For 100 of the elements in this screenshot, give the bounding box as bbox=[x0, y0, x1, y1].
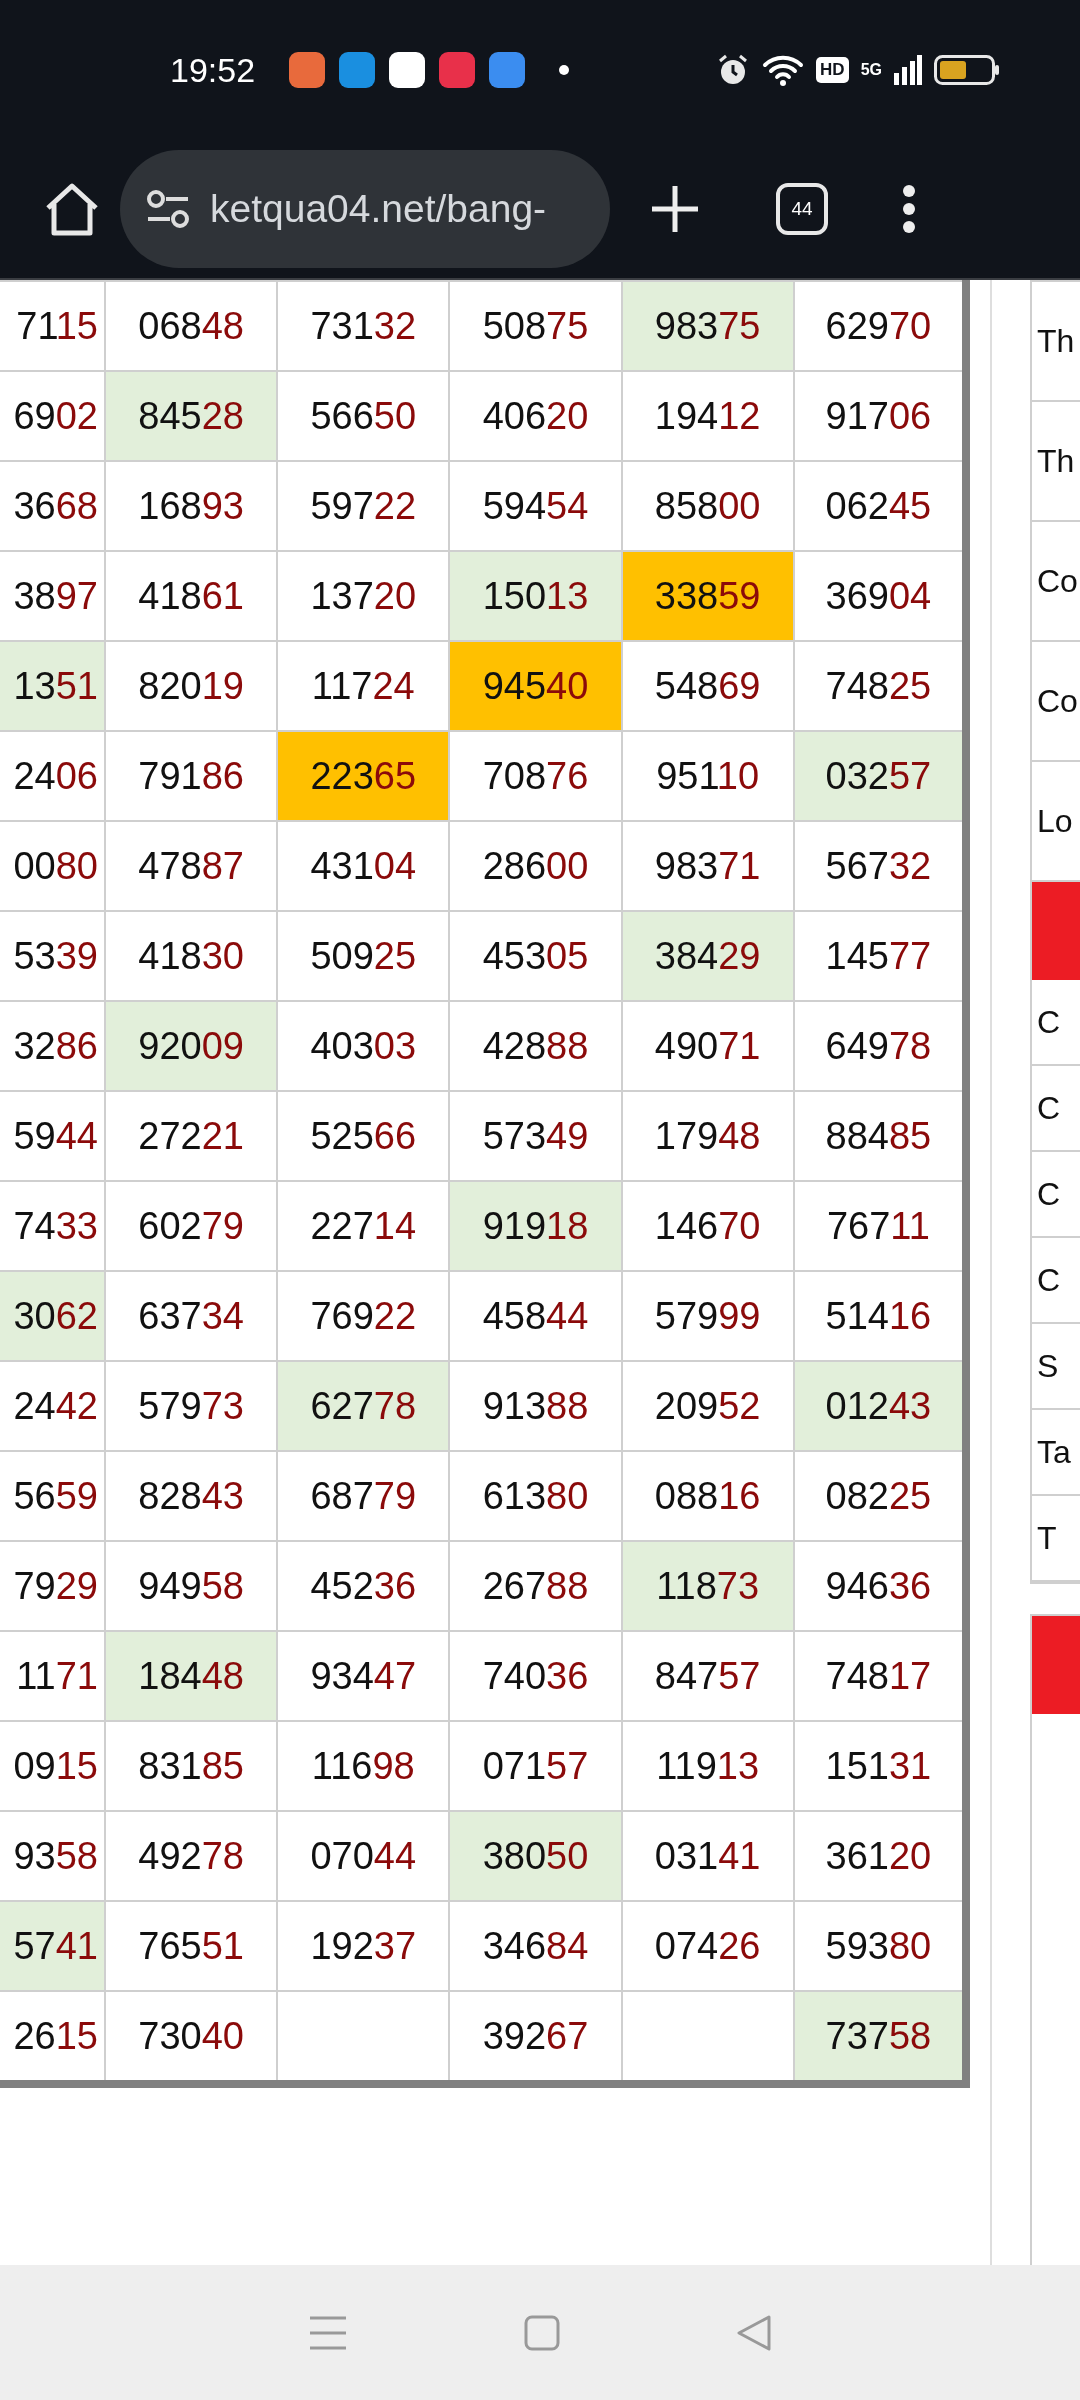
number-cell: 14670 bbox=[621, 1181, 794, 1271]
number-cell: 45305 bbox=[449, 911, 622, 1001]
number-cell: 62778 bbox=[277, 1361, 450, 1451]
number-cell: 50875 bbox=[449, 281, 622, 371]
number-cell: 40303 bbox=[277, 1001, 450, 1091]
number-cell: 3897 bbox=[0, 551, 105, 641]
sidebar-link[interactable]: S bbox=[1032, 1324, 1080, 1410]
menu-icon[interactable] bbox=[902, 184, 916, 234]
number-cell: 5741 bbox=[0, 1901, 105, 1991]
number-cell: 68779 bbox=[277, 1451, 450, 1541]
more-notifications-icon bbox=[559, 65, 570, 75]
number-cell: 70876 bbox=[449, 731, 622, 821]
number-cell: 50925 bbox=[277, 911, 450, 1001]
number-cell: 13720 bbox=[277, 551, 450, 641]
new-tab-icon[interactable] bbox=[650, 184, 700, 234]
number-cell: 52566 bbox=[277, 1091, 450, 1181]
number-cell: 74036 bbox=[449, 1631, 622, 1721]
number-cell: 06848 bbox=[105, 281, 278, 371]
number-cell: 47887 bbox=[105, 821, 278, 911]
number-cell: 59722 bbox=[277, 461, 450, 551]
hd-badge: HD bbox=[816, 57, 849, 83]
home-icon[interactable] bbox=[44, 182, 100, 236]
battery-icon bbox=[934, 55, 1000, 85]
sidebar-link[interactable]: Co bbox=[1032, 522, 1080, 642]
number-cell: 73132 bbox=[277, 281, 450, 371]
sidebar-link[interactable]: C bbox=[1032, 1152, 1080, 1238]
number-cell: 16893 bbox=[105, 461, 278, 551]
network-type: 5G bbox=[860, 61, 882, 79]
number-cell: 0915 bbox=[0, 1721, 105, 1811]
number-cell: 07426 bbox=[621, 1901, 794, 1991]
number-cell: 82843 bbox=[105, 1451, 278, 1541]
number-cell: 94540 bbox=[449, 641, 622, 731]
number-cell: 76551 bbox=[105, 1901, 278, 1991]
number-cell: 28600 bbox=[449, 821, 622, 911]
number-cell: 11724 bbox=[277, 641, 450, 731]
app-notification-icon bbox=[489, 52, 526, 88]
number-cell: 26788 bbox=[449, 1541, 622, 1631]
number-cell: 43104 bbox=[277, 821, 450, 911]
number-cell: 5944 bbox=[0, 1091, 105, 1181]
number-cell: 2406 bbox=[0, 731, 105, 821]
number-cell: 17948 bbox=[621, 1091, 794, 1181]
app-notification-icon bbox=[339, 52, 376, 88]
sidebar-link[interactable]: C bbox=[1032, 1238, 1080, 1324]
number-cell: 79186 bbox=[105, 731, 278, 821]
number-cell: 11913 bbox=[621, 1721, 794, 1811]
wifi-icon bbox=[762, 53, 805, 87]
sidebar-link[interactable]: Ta bbox=[1032, 1410, 1080, 1496]
number-cell: 83185 bbox=[105, 1721, 278, 1811]
number-cell: 91388 bbox=[449, 1361, 622, 1451]
number-cell: 7929 bbox=[0, 1541, 105, 1631]
number-cell: 40620 bbox=[449, 371, 622, 461]
sidebar-link[interactable]: Co bbox=[1032, 642, 1080, 762]
site-settings-icon[interactable] bbox=[146, 189, 190, 229]
number-cell: 57973 bbox=[105, 1361, 278, 1451]
sidebar-link[interactable]: Th bbox=[1032, 282, 1080, 402]
number-cell: 33859 bbox=[621, 551, 794, 641]
number-cell: 3668 bbox=[0, 461, 105, 551]
number-cell: 85800 bbox=[621, 461, 794, 551]
sidebar-link[interactable]: C bbox=[1032, 1066, 1080, 1152]
number-cell: 22365 bbox=[277, 731, 450, 821]
sidebar-link[interactable]: Th bbox=[1032, 402, 1080, 522]
number-cell: 61380 bbox=[449, 1451, 622, 1541]
status-time: 19:52 bbox=[170, 50, 256, 90]
address-bar[interactable]: ketqua04.net/bang- bbox=[120, 150, 610, 268]
number-cell: 1171 bbox=[0, 1631, 105, 1721]
sidebar-link[interactable]: T bbox=[1032, 1496, 1080, 1582]
app-notification-icon bbox=[439, 52, 476, 88]
number-cell: 82019 bbox=[105, 641, 278, 731]
number-cell: 45236 bbox=[277, 1541, 450, 1631]
number-cell: 34684 bbox=[449, 1901, 622, 1991]
number-cell: 93447 bbox=[277, 1631, 450, 1721]
number-cell: 45844 bbox=[449, 1271, 622, 1361]
number-cell: 19237 bbox=[277, 1901, 450, 1991]
number-cell: 38429 bbox=[621, 911, 794, 1001]
number-cell: 0080 bbox=[0, 821, 105, 911]
number-cell: 84528 bbox=[105, 371, 278, 461]
number-cell: 91918 bbox=[449, 1181, 622, 1271]
number-cell: 03141 bbox=[621, 1811, 794, 1901]
number-cell: 07157 bbox=[449, 1721, 622, 1811]
number-cell: 3062 bbox=[0, 1271, 105, 1361]
number-cell: 98375 bbox=[621, 281, 794, 371]
number-cell: 49278 bbox=[105, 1811, 278, 1901]
number-cell: 3286 bbox=[0, 1001, 105, 1091]
number-cell: 49071 bbox=[621, 1001, 794, 1091]
app-notification-icon bbox=[389, 52, 426, 88]
number-cell: 19412 bbox=[621, 371, 794, 461]
number-cell: 18448 bbox=[105, 1631, 278, 1721]
number-cell: 7433 bbox=[0, 1181, 105, 1271]
number-cell: 15013 bbox=[449, 551, 622, 641]
app-notification-icon bbox=[289, 52, 326, 88]
number-cell: 84757 bbox=[621, 1631, 794, 1721]
number-cell: 59454 bbox=[449, 461, 622, 551]
number-cell: 22714 bbox=[277, 1181, 450, 1271]
number-cell: 5659 bbox=[0, 1451, 105, 1541]
number-cell: 20952 bbox=[621, 1361, 794, 1451]
sidebar-link[interactable]: C bbox=[1032, 980, 1080, 1066]
number-cell: 6902 bbox=[0, 371, 105, 461]
number-cell: 08816 bbox=[621, 1451, 794, 1541]
number-cell: 60279 bbox=[105, 1181, 278, 1271]
tab-count-button[interactable]: 44 bbox=[776, 183, 828, 235]
